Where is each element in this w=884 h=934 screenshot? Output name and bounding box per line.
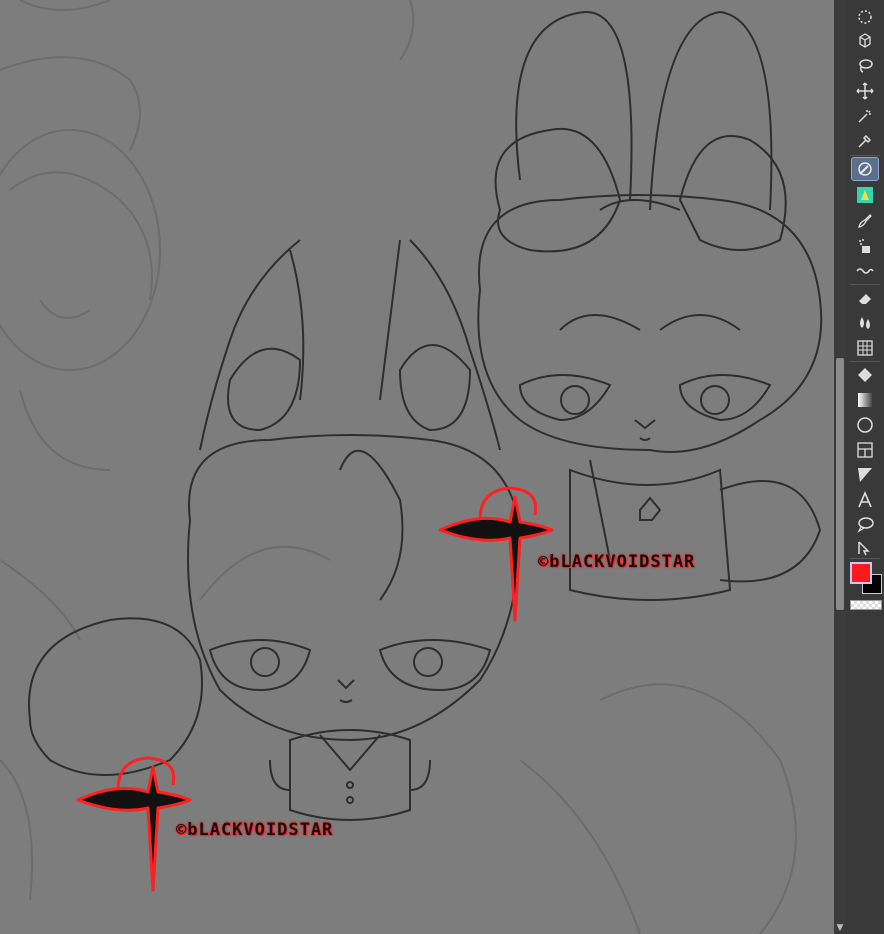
tool-mesh[interactable] (852, 337, 878, 359)
tool-eraser[interactable] (852, 287, 878, 309)
canvas-artwork (0, 0, 823, 934)
pen-icon (858, 162, 872, 176)
tool-fill[interactable] (852, 364, 878, 386)
transparent-color-swatch[interactable] (850, 600, 882, 610)
decoration-icon (856, 268, 874, 274)
ellipse-icon (857, 417, 873, 433)
blend-icon (860, 317, 870, 329)
gradient-icon (858, 393, 872, 407)
grid-icon (857, 340, 873, 356)
tool-pen[interactable] (851, 157, 879, 181)
drawing-canvas[interactable]: ©bLACKVOIDSTAR ©bLACKVOIDSTAR (0, 0, 834, 934)
toolbar-divider (850, 155, 880, 156)
balloon-icon (857, 517, 874, 533)
eyedropper-icon (858, 134, 872, 148)
dotted-circle-icon (858, 10, 872, 24)
scroll-down-arrow-icon[interactable]: ▼ (834, 922, 846, 934)
watermark-star-bottom (76, 756, 192, 892)
tool-move[interactable] (852, 80, 878, 102)
frame-icon (857, 442, 873, 458)
tool-correct-line[interactable] (852, 537, 878, 559)
fill-icon (858, 368, 872, 382)
brush-icon (858, 214, 872, 228)
toolbar-divider (850, 284, 880, 285)
tool-text[interactable] (852, 489, 878, 511)
pencil-icon (857, 187, 873, 203)
eraser-icon (859, 294, 871, 304)
watermark-text-top: ©bLACKVOIDSTAR (538, 552, 696, 572)
correct-line-icon (858, 541, 870, 556)
tool-brush[interactable] (852, 210, 878, 232)
tool-decoration[interactable] (852, 260, 878, 282)
layer-move-icon (859, 33, 871, 48)
tool-layer-move[interactable] (852, 30, 878, 52)
tool-selection-marquee[interactable] (852, 6, 878, 28)
tool-gradient[interactable] (852, 389, 878, 411)
tool-palette (846, 0, 884, 934)
watermark-star-top (438, 486, 554, 622)
tool-pencil[interactable] (852, 184, 878, 206)
tool-lasso[interactable] (852, 55, 878, 77)
magic-wand-icon (858, 110, 871, 123)
text-icon (858, 491, 872, 508)
tool-blend[interactable] (852, 312, 878, 334)
ruler-icon (858, 468, 872, 482)
move-icon (856, 82, 874, 100)
scrollbar-thumb[interactable] (836, 358, 844, 610)
toolbar-divider (850, 361, 880, 362)
tool-airbrush[interactable] (852, 235, 878, 257)
airbrush-icon (859, 239, 870, 253)
tool-figure[interactable] (852, 414, 878, 436)
tool-frame[interactable] (852, 439, 878, 461)
character-right-lineart (477, 10, 823, 601)
toolbar-divider (850, 558, 880, 559)
vertical-scrollbar[interactable]: ▼ (834, 0, 846, 934)
tool-ruler[interactable] (852, 464, 878, 486)
lasso-icon (859, 59, 873, 73)
tool-auto-select[interactable] (852, 105, 878, 127)
main-color-swatch[interactable] (850, 562, 872, 584)
tool-balloon[interactable] (852, 513, 878, 535)
watermark-text-bottom: ©bLACKVOIDSTAR (176, 820, 334, 840)
tool-eyedropper[interactable] (852, 130, 878, 152)
